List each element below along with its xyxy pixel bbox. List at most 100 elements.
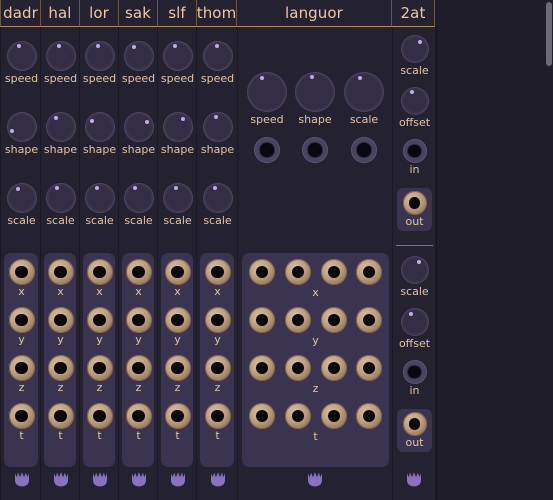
gold-jack-socket[interactable] xyxy=(125,307,152,333)
gold-jack-socket[interactable] xyxy=(321,307,347,333)
knob-dial[interactable] xyxy=(45,112,76,142)
knob-slf-shape[interactable]: shape xyxy=(158,112,197,156)
jack-hal-t[interactable]: t xyxy=(41,403,80,442)
gold-jack-socket[interactable] xyxy=(125,403,152,429)
matrix-jack-t-3[interactable] xyxy=(356,403,382,429)
jack-lor-y[interactable]: y xyxy=(80,307,119,346)
gold-jack-socket[interactable] xyxy=(285,307,311,333)
jack-slf-y[interactable]: y xyxy=(158,307,197,346)
knob-dial[interactable] xyxy=(123,183,154,213)
knob-hal-scale[interactable]: scale xyxy=(41,183,80,227)
jack-slf-x[interactable]: x xyxy=(158,259,197,298)
jack-sak-y[interactable]: y xyxy=(119,307,158,346)
jack-sak-t[interactable]: t xyxy=(119,403,158,442)
jack-lor-x[interactable]: x xyxy=(80,259,119,298)
jack-thom-t[interactable]: t xyxy=(197,403,238,442)
knob-dial[interactable] xyxy=(123,41,154,71)
gold-jack-socket[interactable] xyxy=(249,259,275,285)
vertical-scrollbar[interactable] xyxy=(545,0,553,500)
dark-jack-socket[interactable] xyxy=(402,360,427,384)
jack-thom-z[interactable]: z xyxy=(197,355,238,394)
gold-jack-socket[interactable] xyxy=(402,412,427,436)
cv-jack-languor-1[interactable] xyxy=(302,137,328,163)
knob-dial[interactable] xyxy=(202,112,233,142)
jack-sak-x[interactable]: x xyxy=(119,259,158,298)
tab-dadr[interactable]: dadr xyxy=(0,0,41,27)
matrix-jack-x-3[interactable] xyxy=(356,259,382,285)
gold-jack-socket[interactable] xyxy=(8,355,35,381)
gold-jack-socket[interactable] xyxy=(321,259,347,285)
dark-jack-socket[interactable] xyxy=(254,137,280,163)
knob-hal-shape[interactable]: shape xyxy=(41,112,80,156)
knob-sak-shape[interactable]: shape xyxy=(119,112,158,156)
knob-2at-offset-0[interactable]: offset xyxy=(393,87,436,129)
jack-lor-z[interactable]: z xyxy=(80,355,119,394)
gold-jack-socket[interactable] xyxy=(249,355,275,381)
gold-jack-socket[interactable] xyxy=(402,191,427,215)
gold-jack-socket[interactable] xyxy=(285,259,311,285)
knob-dial[interactable] xyxy=(45,183,76,213)
matrix-jack-t-1[interactable] xyxy=(285,403,311,429)
matrix-jack-t-2[interactable] xyxy=(321,403,347,429)
matrix-jack-y-0[interactable] xyxy=(249,307,275,333)
matrix-jack-x-2[interactable] xyxy=(321,259,347,285)
gold-jack-socket[interactable] xyxy=(204,403,231,429)
gold-jack-socket[interactable] xyxy=(285,403,311,429)
jack-thom-y[interactable]: y xyxy=(197,307,238,346)
jack-hal-z[interactable]: z xyxy=(41,355,80,394)
gold-jack-socket[interactable] xyxy=(204,355,231,381)
knob-dial[interactable] xyxy=(6,41,37,71)
knob-dial[interactable] xyxy=(247,72,287,112)
gold-jack-socket[interactable] xyxy=(86,355,113,381)
matrix-jack-z-1[interactable] xyxy=(285,355,311,381)
matrix-jack-z-3[interactable] xyxy=(356,355,382,381)
jack-dadr-y[interactable]: y xyxy=(1,307,42,346)
jack-slf-z[interactable]: z xyxy=(158,355,197,394)
knob-lor-speed[interactable]: speed xyxy=(80,41,119,85)
knob-slf-scale[interactable]: scale xyxy=(158,183,197,227)
jack-thom-x[interactable]: x xyxy=(197,259,238,298)
gold-jack-socket[interactable] xyxy=(164,403,191,429)
cv-jack-languor-2[interactable] xyxy=(351,137,377,163)
gold-jack-socket[interactable] xyxy=(321,355,347,381)
matrix-jack-y-2[interactable] xyxy=(321,307,347,333)
knob-dial[interactable] xyxy=(84,183,115,213)
knob-dial[interactable] xyxy=(162,41,193,71)
gold-jack-socket[interactable] xyxy=(86,403,113,429)
matrix-jack-x-0[interactable] xyxy=(249,259,275,285)
gold-jack-socket[interactable] xyxy=(204,259,231,285)
jack-2at-out-1[interactable]: out xyxy=(393,412,436,449)
jack-dadr-z[interactable]: z xyxy=(1,355,42,394)
knob-dial[interactable] xyxy=(6,112,37,142)
jack-lor-t[interactable]: t xyxy=(80,403,119,442)
knob-dial[interactable] xyxy=(6,183,37,213)
knob-dial[interactable] xyxy=(400,308,429,336)
gold-jack-socket[interactable] xyxy=(249,403,275,429)
tab-lor[interactable]: lor xyxy=(80,0,119,27)
matrix-jack-y-1[interactable] xyxy=(285,307,311,333)
jack-2at-in-0[interactable]: in xyxy=(393,139,436,176)
gold-jack-socket[interactable] xyxy=(285,355,311,381)
knob-2at-offset-1[interactable]: offset xyxy=(393,308,436,350)
gold-jack-socket[interactable] xyxy=(356,355,382,381)
knob-dial[interactable] xyxy=(202,41,233,71)
matrix-jack-z-2[interactable] xyxy=(321,355,347,381)
matrix-jack-x-1[interactable] xyxy=(285,259,311,285)
gold-jack-socket[interactable] xyxy=(8,403,35,429)
knob-sak-speed[interactable]: speed xyxy=(119,41,158,85)
knob-dial[interactable] xyxy=(400,35,429,63)
gold-jack-socket[interactable] xyxy=(204,307,231,333)
gold-jack-socket[interactable] xyxy=(321,403,347,429)
jack-dadr-x[interactable]: x xyxy=(1,259,42,298)
scrollbar-thumb[interactable] xyxy=(546,2,552,66)
knob-dial[interactable] xyxy=(123,112,154,142)
knob-dial[interactable] xyxy=(295,72,335,112)
knob-dial[interactable] xyxy=(45,41,76,71)
gold-jack-socket[interactable] xyxy=(47,259,74,285)
knob-dial[interactable] xyxy=(162,183,193,213)
matrix-jack-t-0[interactable] xyxy=(249,403,275,429)
gold-jack-socket[interactable] xyxy=(47,307,74,333)
knob-thom-speed[interactable]: speed xyxy=(197,41,238,85)
gold-jack-socket[interactable] xyxy=(249,307,275,333)
dark-jack-socket[interactable] xyxy=(402,139,427,163)
